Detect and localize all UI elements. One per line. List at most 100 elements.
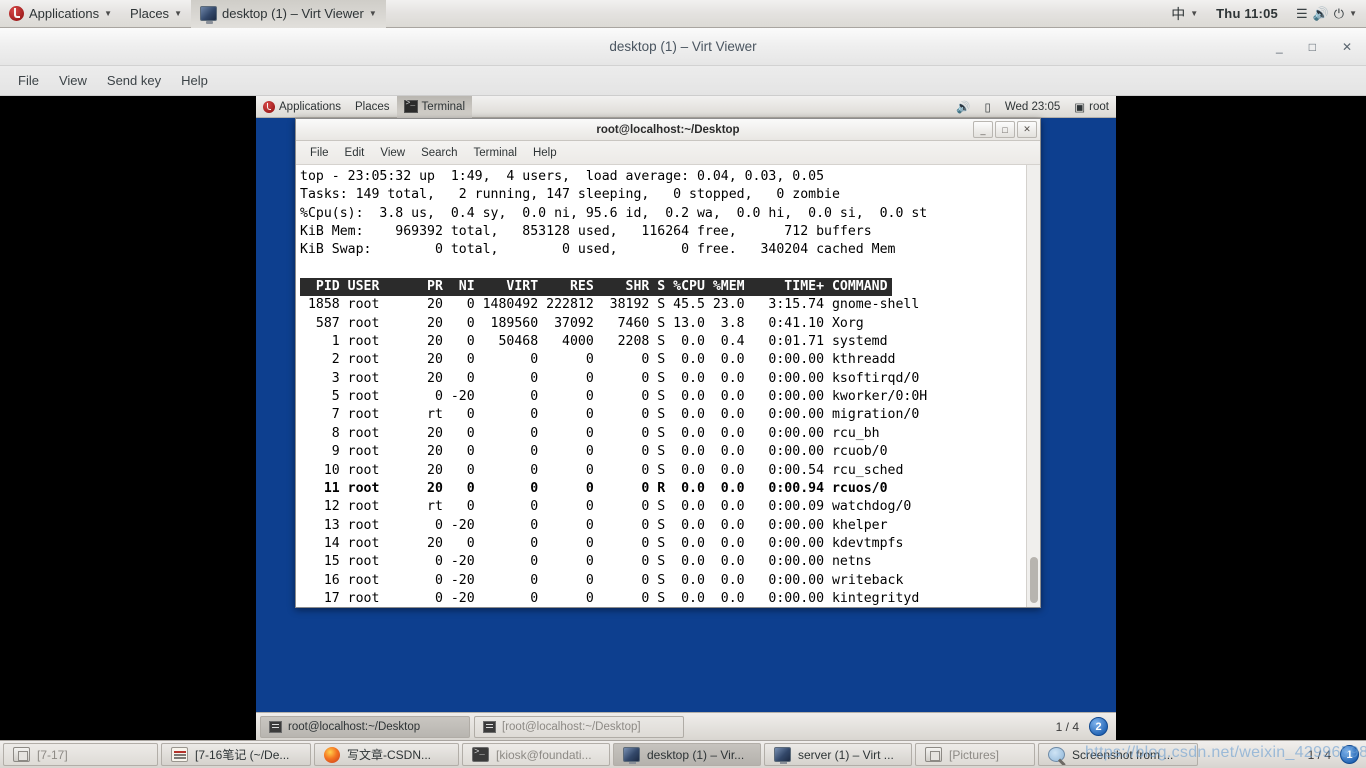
- host-window-menu[interactable]: desktop (1) – Virt Viewer ▼: [190, 0, 386, 28]
- guest-places-menu[interactable]: Places: [348, 96, 397, 118]
- window-icon: [269, 720, 282, 733]
- guest-applications-menu[interactable]: Applications: [256, 96, 348, 118]
- screenshot-icon: [1048, 747, 1065, 762]
- guest-clock[interactable]: Wed 23:05: [998, 96, 1067, 118]
- power-icon: ⏻: [1333, 5, 1345, 21]
- terminal-title: root@localhost:~/Desktop: [596, 123, 740, 136]
- host-clock[interactable]: Thu 11:05: [1207, 0, 1287, 28]
- host-task-0[interactable]: [7-17]: [3, 743, 158, 766]
- guest-task-0[interactable]: root@localhost:~/Desktop: [260, 715, 470, 738]
- host-task-5[interactable]: server (1) – Virt ...: [764, 743, 912, 766]
- virt-viewer-window: desktop (1) – Virt Viewer _ □ ✕ File Vie…: [0, 28, 1366, 740]
- menu-view[interactable]: View: [372, 144, 413, 162]
- guest-workspace-badge[interactable]: 2: [1089, 717, 1108, 736]
- menu-view[interactable]: View: [49, 69, 97, 92]
- host-applications-label: Applications: [29, 6, 100, 21]
- process-table: PID USER PR NI VIRT RES SHR S %CPU %MEM …: [300, 278, 1040, 607]
- table-row: 8 root 20 0 0 0 0 S 0.0 0.0 0:00.00 rcu_…: [300, 425, 880, 441]
- guest-network-indicator[interactable]: ▯: [978, 96, 998, 118]
- terminal-menubar: File Edit View Search Terminal Help: [296, 141, 1040, 165]
- host-status-area[interactable]: ☰ 🔊 ⏻ ▼: [1287, 0, 1366, 28]
- guest-volume-indicator[interactable]: 🔊: [949, 96, 977, 118]
- menu-edit[interactable]: Edit: [337, 144, 373, 162]
- host-applications-menu[interactable]: Applications ▼: [0, 0, 121, 28]
- close-icon[interactable]: ✕: [1342, 41, 1352, 53]
- host-task-label: [kiosk@foundati...: [496, 747, 592, 762]
- table-row: 3 root 20 0 0 0 0 S 0.0 0.0 0:00.00 ksof…: [300, 370, 920, 386]
- close-icon[interactable]: ✕: [1017, 121, 1037, 138]
- volume-muted-icon: 🔊: [1312, 5, 1329, 21]
- minimize-icon[interactable]: _: [1276, 41, 1283, 53]
- archive-icon: [13, 747, 30, 762]
- firefox-icon: [324, 746, 340, 763]
- chevron-down-icon: ▼: [1190, 8, 1199, 18]
- archive-icon: [925, 747, 942, 762]
- guest-user-menu[interactable]: ▣ root: [1067, 96, 1116, 118]
- terminal-icon: [403, 99, 418, 113]
- volume-icon: 🔊: [956, 101, 971, 114]
- host-places-label: Places: [130, 6, 170, 21]
- scrollbar-thumb[interactable]: [1030, 557, 1038, 603]
- menu-search[interactable]: Search: [413, 144, 465, 162]
- guest-active-app[interactable]: Terminal: [396, 96, 473, 118]
- guest-task-1[interactable]: [root@localhost:~/Desktop]: [474, 715, 684, 738]
- table-row: 12 root rt 0 0 0 0 S 0.0 0.0 0:00.09 wat…: [300, 499, 912, 515]
- guest-active-app-label: Terminal: [421, 100, 466, 113]
- host-task-label: Screenshot from ...: [1072, 747, 1174, 762]
- virt-viewer-title: desktop (1) – Virt Viewer: [609, 39, 757, 54]
- host-task-6[interactable]: [Pictures]: [915, 743, 1035, 766]
- table-row: 15 root 0 -20 0 0 0 S 0.0 0.0 0:00.00 ne…: [300, 554, 872, 570]
- host-task-4[interactable]: desktop (1) – Vir...: [613, 743, 761, 766]
- virt-viewer-icon: [199, 6, 217, 24]
- guest-clock-label: Wed 23:05: [1004, 100, 1061, 113]
- guest-workspace-indicator: 1 / 4: [1055, 719, 1079, 734]
- minimize-icon[interactable]: _: [973, 121, 993, 138]
- user-icon: ▣: [1074, 101, 1086, 114]
- host-places-menu[interactable]: Places ▼: [121, 0, 191, 28]
- chevron-down-icon: ▼: [174, 8, 182, 18]
- host-task-7[interactable]: Screenshot from ...: [1038, 743, 1198, 766]
- network-disconnected-icon: ▯: [984, 101, 991, 114]
- terminal-icon: [472, 747, 489, 762]
- host-task-label: [Pictures]: [949, 747, 1000, 762]
- maximize-icon[interactable]: □: [1309, 41, 1316, 53]
- host-top-panel: Applications ▼ Places ▼ desktop (1) – Vi…: [0, 0, 1366, 28]
- guest-taskbar: root@localhost:~/Desktop [root@localhost…: [256, 712, 1116, 740]
- host-workspace-indicator: 1 / 4: [1307, 747, 1331, 762]
- host-task-2[interactable]: 写文章-CSDN...: [314, 743, 459, 766]
- wifi-icon: ☰: [1295, 5, 1308, 21]
- menu-file[interactable]: File: [302, 144, 337, 162]
- menu-terminal[interactable]: Terminal: [466, 144, 525, 162]
- menu-help[interactable]: Help: [171, 69, 218, 92]
- table-row: 2 root 20 0 0 0 0 S 0.0 0.0 0:00.00 kthr…: [300, 352, 896, 368]
- host-task-3[interactable]: [kiosk@foundati...: [462, 743, 610, 766]
- host-workspace-badge[interactable]: 1: [1340, 745, 1359, 764]
- ime-indicator[interactable]: 中 ▼: [1162, 0, 1207, 28]
- terminal-window[interactable]: root@localhost:~/Desktop _ □ ✕ File Edit…: [295, 118, 1041, 608]
- guest-task-label: [root@localhost:~/Desktop]: [502, 720, 641, 733]
- guest-places-label: Places: [355, 100, 390, 113]
- host-taskbar: [7-17] [7-16笔记 (~/De... 写文章-CSDN... [kio…: [0, 740, 1366, 768]
- table-row: 10 root 20 0 0 0 0 S 0.0 0.0 0:00.54 rcu…: [300, 462, 904, 478]
- terminal-titlebar[interactable]: root@localhost:~/Desktop _ □ ✕: [296, 119, 1040, 141]
- virt-viewer-titlebar[interactable]: desktop (1) – Virt Viewer _ □ ✕: [0, 28, 1366, 66]
- menu-file[interactable]: File: [8, 69, 49, 92]
- chevron-down-icon: ▼: [104, 8, 113, 18]
- menu-help[interactable]: Help: [525, 144, 565, 162]
- guest-desktop[interactable]: Applications Places Terminal 🔊 ▯: [256, 96, 1116, 740]
- guest-user-label: root: [1089, 100, 1109, 113]
- host-task-label: 写文章-CSDN...: [347, 748, 432, 762]
- guest-task-label: root@localhost:~/Desktop: [288, 720, 421, 733]
- terminal-screen[interactable]: top - 23:05:32 up 1:49, 4 users, load av…: [296, 165, 1040, 607]
- blank-line: [300, 260, 1040, 278]
- maximize-icon[interactable]: □: [995, 121, 1015, 138]
- menu-send-key[interactable]: Send key: [97, 69, 171, 92]
- fedora-logo-icon: [9, 6, 24, 21]
- host-window-title-label: desktop (1) – Virt Viewer: [221, 6, 364, 21]
- host-task-1[interactable]: [7-16笔记 (~/De...: [161, 743, 311, 766]
- virt-viewer-menubar: File View Send key Help: [0, 66, 1366, 96]
- virt-viewer-icon: [774, 747, 791, 764]
- terminal-scrollbar[interactable]: [1026, 165, 1040, 607]
- virt-viewer-display-area: Applications Places Terminal 🔊 ▯: [0, 96, 1366, 740]
- table-row: 1858 root 20 0 1480492 222812 38192 S 45…: [300, 297, 920, 313]
